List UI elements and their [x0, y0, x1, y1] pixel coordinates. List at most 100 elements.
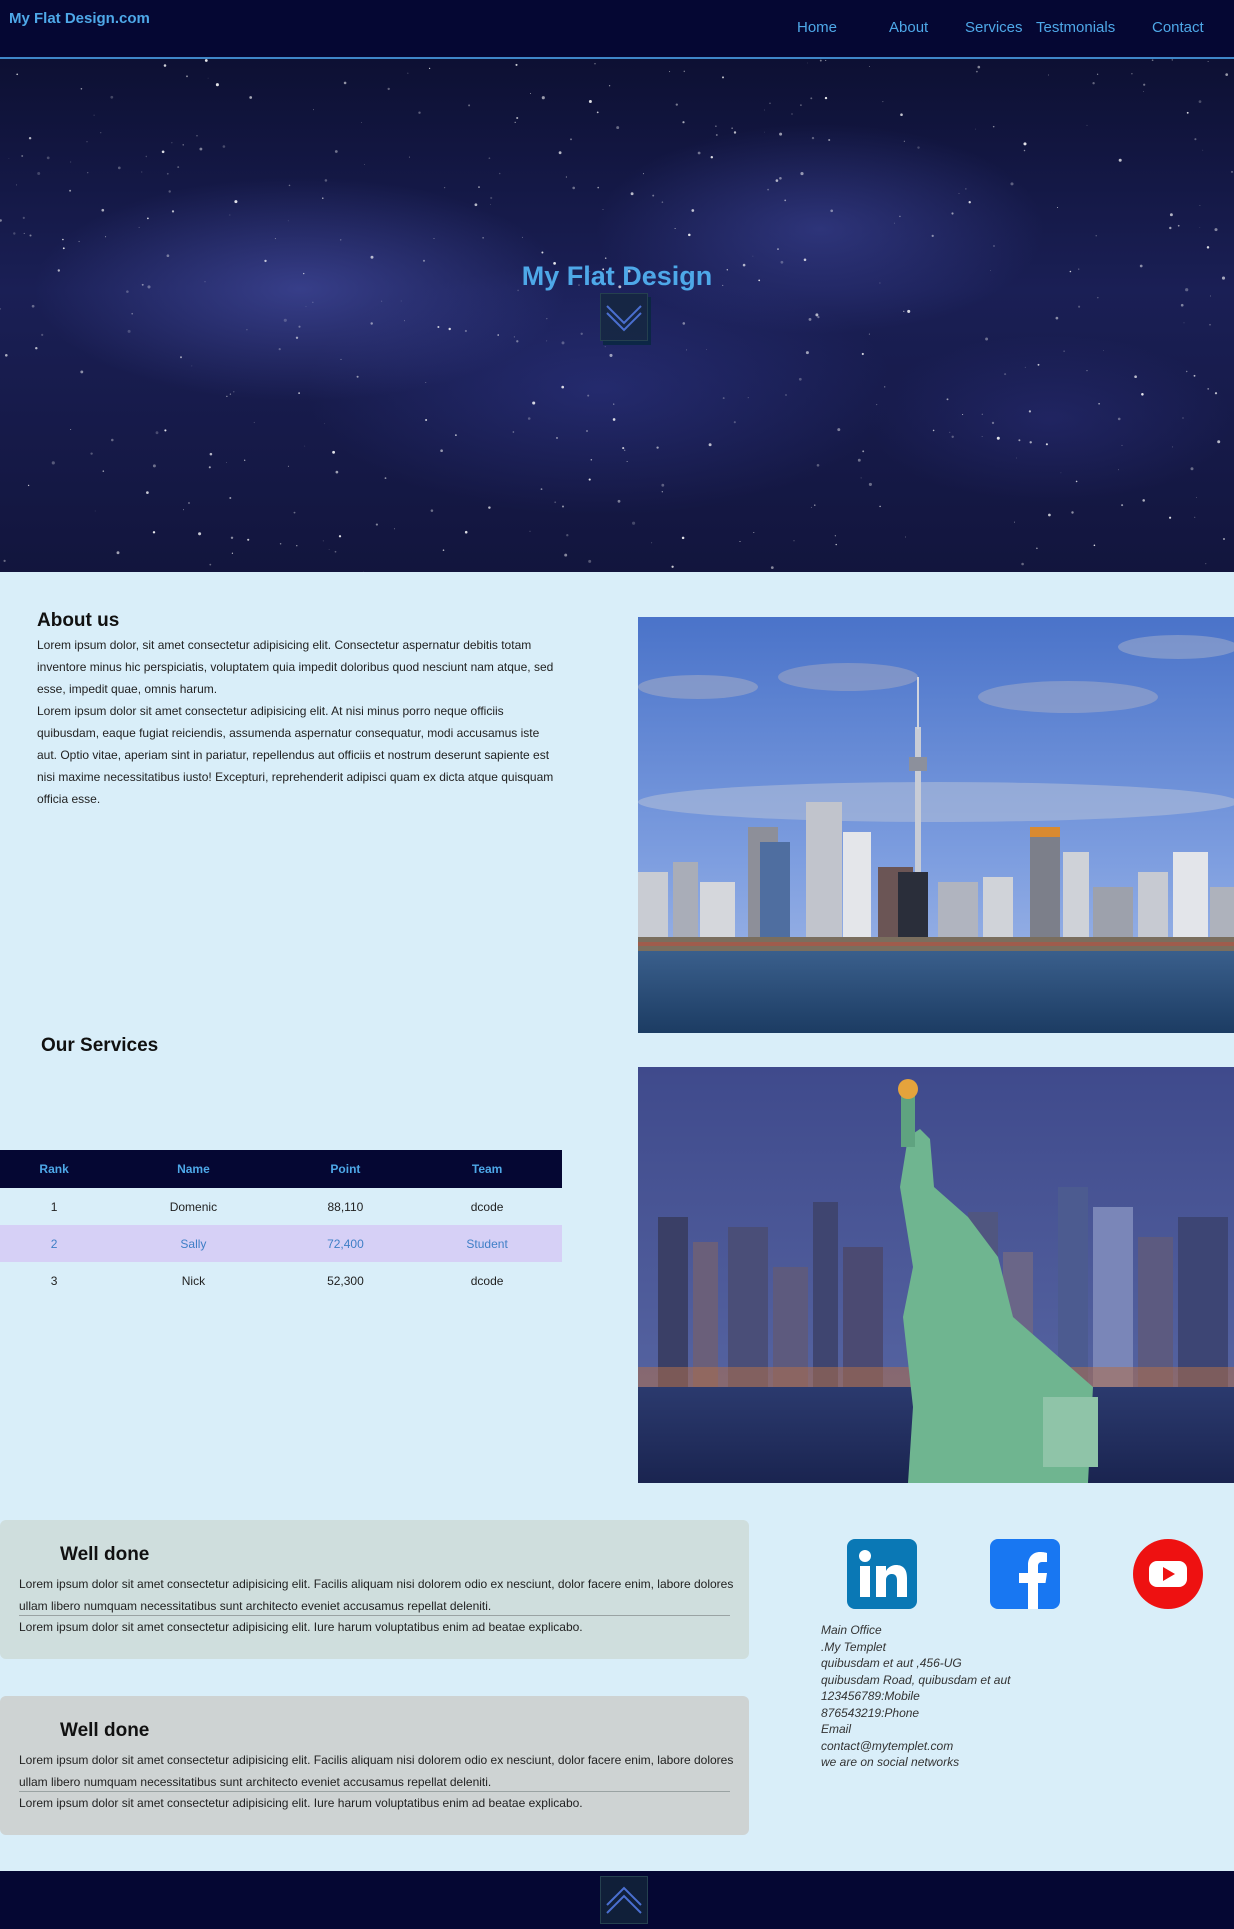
star	[1180, 303, 1184, 307]
star	[764, 131, 765, 133]
star	[570, 138, 572, 141]
star	[830, 209, 834, 213]
star	[1010, 182, 1014, 186]
star	[1210, 295, 1212, 297]
star	[283, 318, 287, 322]
star	[163, 64, 167, 67]
linkedin-icon[interactable]	[847, 1539, 917, 1609]
column-header-name: Name	[108, 1150, 279, 1188]
star	[198, 532, 202, 536]
star	[425, 381, 427, 383]
star	[433, 238, 435, 240]
star	[1095, 235, 1097, 237]
star	[5, 354, 8, 357]
star	[1182, 417, 1184, 419]
scroll-down-button[interactable]	[600, 293, 648, 341]
star	[62, 238, 64, 241]
star	[604, 346, 606, 348]
star	[643, 173, 644, 175]
star	[497, 334, 499, 336]
star	[514, 121, 516, 124]
star	[775, 179, 779, 182]
star	[624, 449, 626, 451]
star	[407, 72, 409, 74]
star	[669, 71, 671, 73]
star	[529, 530, 531, 532]
star	[903, 310, 905, 312]
about-text: Lorem ipsum dolor, sit amet consectetur …	[37, 634, 557, 810]
star	[90, 452, 93, 455]
star	[1141, 393, 1144, 396]
star	[905, 536, 906, 538]
table-cell: Domenic	[169, 1199, 218, 1214]
star	[675, 103, 678, 106]
star	[1207, 387, 1210, 390]
youtube-icon[interactable]	[1133, 1539, 1203, 1609]
star	[1151, 59, 1154, 62]
nav-link-contact[interactable]: Contact	[1152, 19, 1204, 36]
star	[440, 449, 443, 453]
testimonial-title: Well done	[60, 1720, 150, 1741]
facebook-icon[interactable]	[990, 1539, 1060, 1609]
star	[229, 214, 231, 216]
star	[769, 102, 771, 105]
star	[681, 536, 685, 540]
star	[313, 109, 314, 111]
star	[1121, 504, 1124, 507]
star	[295, 336, 299, 339]
star	[488, 157, 491, 160]
star	[825, 59, 827, 62]
star	[1096, 73, 1099, 75]
star	[338, 535, 342, 538]
star	[490, 196, 493, 200]
contact-info: Main Office .My Templet quibusdam et aut…	[821, 1622, 1010, 1771]
star	[597, 186, 600, 189]
star	[35, 346, 38, 350]
nav-link-testimonials[interactable]: Testmonials	[1036, 19, 1115, 36]
star	[370, 322, 373, 325]
star	[381, 300, 383, 302]
star	[1143, 90, 1144, 92]
contact-social-note: we are on social networks	[821, 1755, 960, 1769]
star	[1172, 446, 1173, 448]
star	[324, 423, 325, 425]
star	[561, 385, 565, 389]
star	[1207, 61, 1209, 63]
navbar: My Flat Design.com Home About Services T…	[0, 0, 1234, 59]
star	[1194, 516, 1196, 518]
star	[974, 128, 977, 130]
star	[191, 365, 193, 367]
star	[671, 565, 674, 568]
star	[835, 543, 837, 546]
star	[1143, 83, 1146, 86]
star	[541, 96, 545, 100]
testimonial-footer: Lorem ipsum dolor sit amet consectetur a…	[19, 1620, 583, 1634]
table-cell: 3	[50, 1273, 58, 1288]
star	[234, 200, 238, 204]
hero-banner: My Flat Design	[0, 59, 1234, 572]
star	[186, 75, 188, 78]
star	[1048, 513, 1051, 517]
star	[868, 333, 870, 335]
star	[868, 66, 870, 67]
star	[1205, 562, 1207, 565]
star	[814, 504, 816, 506]
star	[322, 197, 324, 199]
nav-link-services[interactable]: Services	[965, 19, 1023, 36]
nav-link-about[interactable]: About	[889, 19, 928, 36]
star	[1029, 441, 1032, 444]
brand-logo-link[interactable]: My Flat Design.com	[9, 10, 150, 27]
star	[791, 113, 793, 115]
nav-link-home[interactable]: Home	[797, 19, 837, 36]
star	[334, 150, 338, 153]
table-cell: Nick	[181, 1273, 206, 1288]
scroll-up-button[interactable]	[600, 1876, 648, 1924]
star	[981, 436, 983, 437]
star	[977, 65, 981, 69]
star	[590, 458, 593, 461]
star	[332, 450, 336, 454]
star	[209, 563, 212, 566]
star	[29, 234, 32, 237]
star	[1169, 213, 1173, 217]
star	[152, 464, 156, 468]
